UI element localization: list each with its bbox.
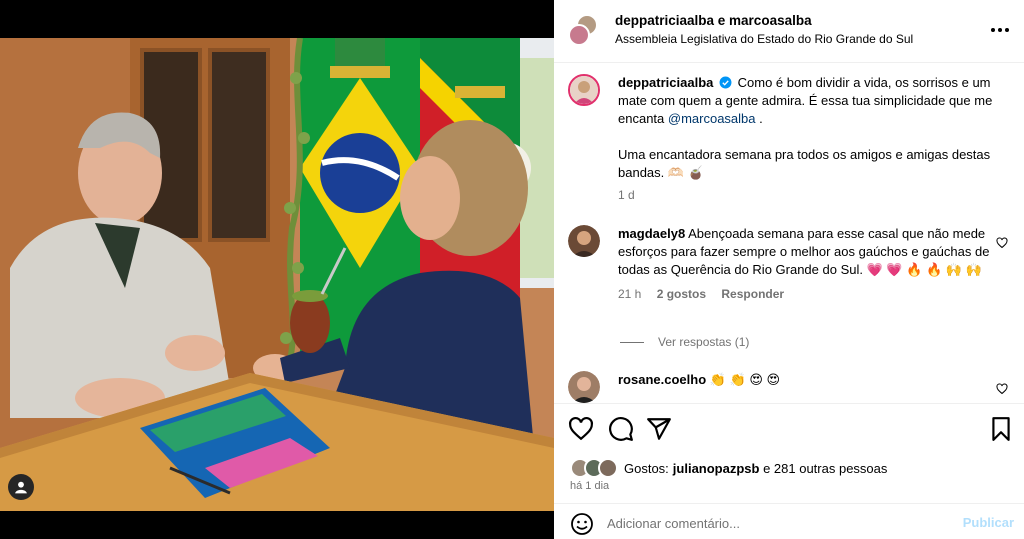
avatar[interactable] [568, 24, 590, 46]
comment: rosane.coelho 👏 👏 😍 😍 [568, 371, 1014, 403]
share-icon[interactable] [646, 416, 672, 442]
caption-time[interactable]: 1 d [618, 188, 635, 202]
post-details-panel: deppatriciaalba e marcoasalba Assembleia… [554, 0, 1024, 539]
heart-icon[interactable] [568, 416, 594, 442]
view-replies-label: Ver respostas (1) [658, 335, 750, 349]
divider [620, 341, 644, 343]
liker-username[interactable]: julianopazpsb [673, 461, 760, 476]
likes-prefix: Gostos: [624, 460, 669, 476]
post-authors[interactable]: deppatriciaalba e marcoasalba [615, 13, 812, 28]
avatar[interactable] [568, 371, 600, 403]
avatar [598, 458, 618, 478]
caption-text-end: . [755, 111, 763, 126]
publish-button[interactable]: Publicar [963, 515, 1014, 530]
comment-time[interactable]: 21 h [618, 287, 641, 301]
reply-button[interactable]: Responder [721, 287, 784, 301]
comment-body: rosane.coelho 👏 👏 😍 😍 [618, 371, 1000, 389]
user-tag-icon [15, 481, 27, 494]
emoji-icon[interactable] [570, 512, 594, 536]
more-options-button[interactable] [988, 18, 1012, 42]
verified-icon [719, 76, 732, 89]
comment-icon[interactable] [608, 416, 634, 442]
comments-section[interactable]: deppatriciaalba Como é bom dividir a vid… [554, 63, 1024, 403]
post-media[interactable] [0, 0, 554, 539]
comment-input[interactable] [607, 512, 947, 534]
caption: deppatriciaalba Como é bom dividir a vid… [568, 74, 1014, 224]
post-time[interactable]: há 1 dia [570, 480, 609, 492]
heart-icon[interactable] [996, 383, 1008, 395]
comment-body: magdaely8 Abençoada semana para esse cas… [618, 225, 1000, 303]
more-icon [991, 28, 1009, 32]
comment-username[interactable]: rosane.coelho [618, 372, 706, 387]
avatar[interactable] [568, 74, 600, 106]
post-actions: Gostos: julianopazpsb e 281 outras pesso… [554, 403, 1024, 503]
caption-text-second: Uma encantadora semana pra todos os amig… [618, 147, 991, 180]
caption-username[interactable]: deppatriciaalba [618, 75, 713, 90]
liker-avatars [570, 458, 618, 478]
comment: magdaely8 Abençoada semana para esse cas… [568, 225, 1014, 345]
add-comment-bar: Publicar [554, 503, 1024, 539]
comment-username[interactable]: magdaely8 [618, 226, 685, 241]
bookmark-icon[interactable] [988, 416, 1014, 442]
post-photo [0, 38, 554, 511]
post-location[interactable]: Assembleia Legislativa do Estado do Rio … [615, 32, 913, 46]
heart-icon[interactable] [996, 237, 1008, 249]
likes-suffix[interactable]: e 281 outras pessoas [759, 461, 887, 476]
user-tag-button[interactable] [8, 474, 34, 500]
post-header: deppatriciaalba e marcoasalba Assembleia… [554, 0, 1024, 63]
avatar[interactable] [568, 225, 600, 257]
caption-text: deppatriciaalba Como é bom dividir a vid… [618, 74, 1000, 204]
comment-likes[interactable]: 2 gostos [657, 287, 706, 301]
likes-summary[interactable]: Gostos: julianopazpsb e 281 outras pesso… [570, 458, 887, 478]
collab-avatars[interactable] [568, 14, 598, 46]
mention-link[interactable]: @marcoasalba [668, 111, 756, 126]
comment-text: 👏 👏 😍 😍 [709, 372, 781, 387]
view-replies-button[interactable]: Ver respostas (1) [620, 335, 749, 349]
